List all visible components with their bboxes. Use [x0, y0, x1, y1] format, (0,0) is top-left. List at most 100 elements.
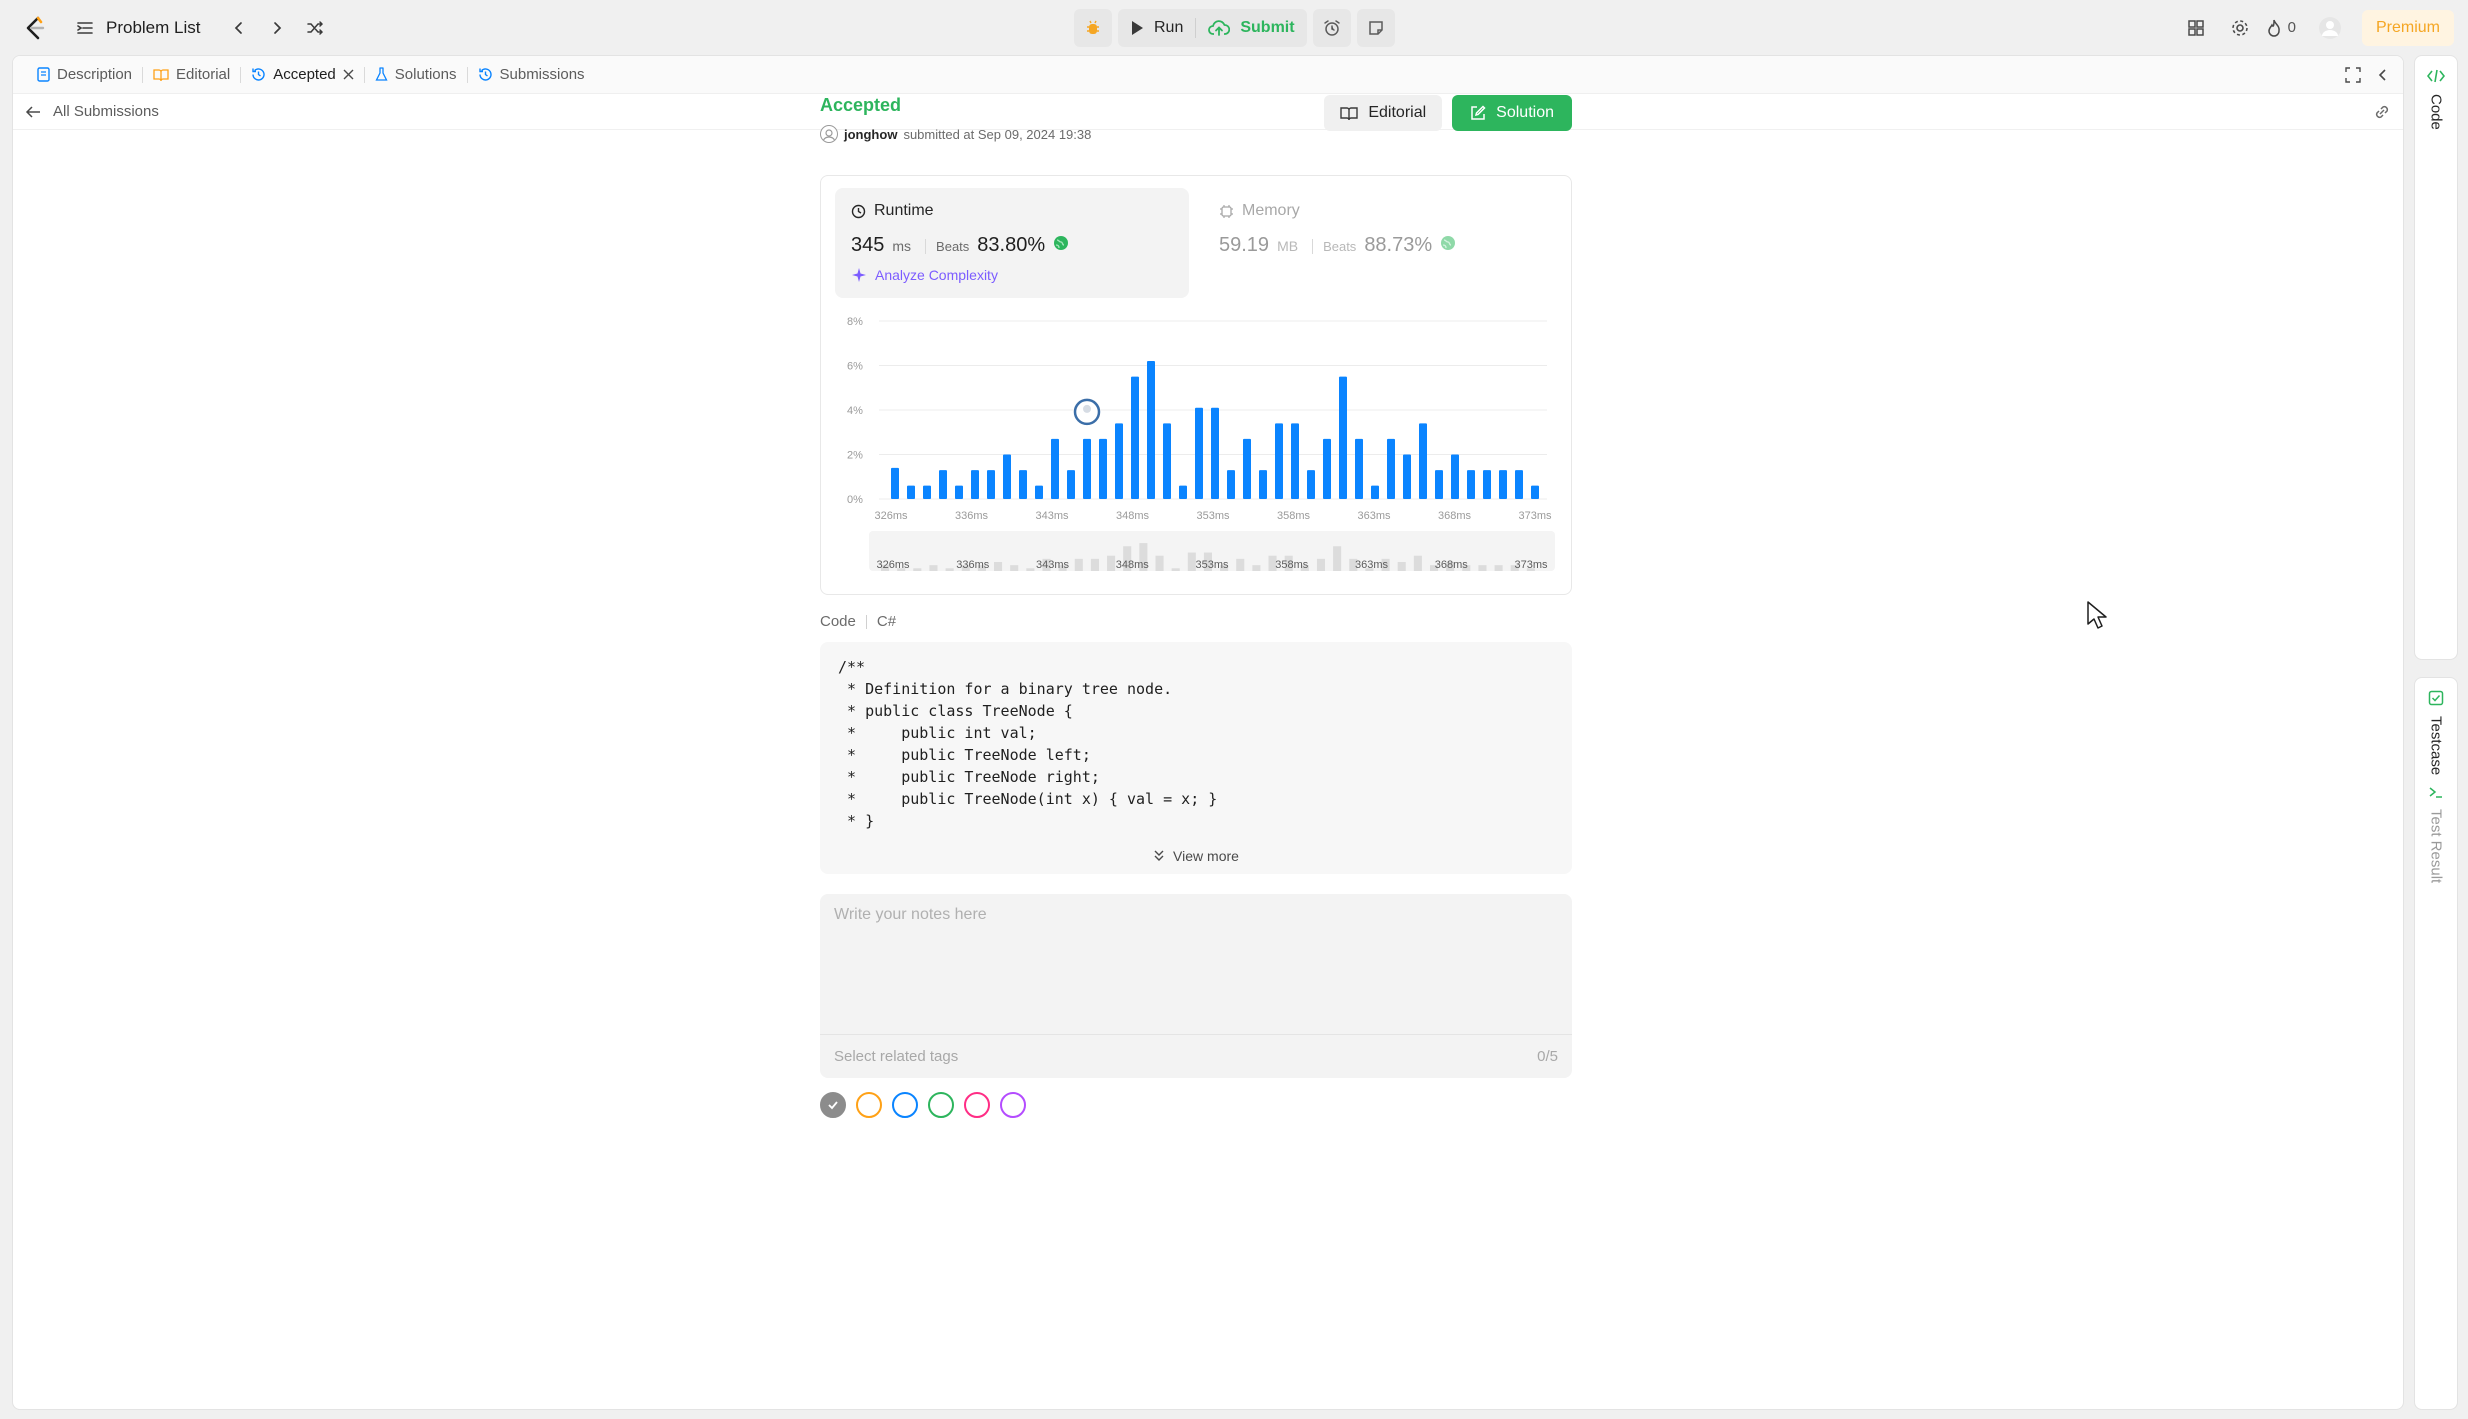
- chart-overview-bar: [1252, 565, 1261, 571]
- testcase-label[interactable]: Testcase: [2428, 716, 2445, 775]
- back-label: All Submissions: [53, 103, 159, 120]
- tab-submissions[interactable]: Submissions: [468, 56, 595, 94]
- share-link-icon[interactable]: [2373, 103, 2391, 121]
- divider: [865, 614, 867, 629]
- chart-bar: [1227, 470, 1235, 499]
- tab-solutions[interactable]: Solutions: [365, 56, 467, 94]
- book-icon: [153, 68, 169, 81]
- chart-y-tick: 8%: [847, 316, 863, 328]
- problem-list-button[interactable]: Problem List: [76, 18, 200, 38]
- chart-y-tick: 4%: [847, 405, 863, 417]
- prev-problem-button[interactable]: [224, 13, 254, 43]
- list-icon: [77, 21, 93, 34]
- note-color-option[interactable]: [856, 1092, 882, 1118]
- tab-description[interactable]: Description: [27, 56, 142, 94]
- leetcode-logo-icon[interactable]: [22, 15, 48, 41]
- testcase-panel-collapsed[interactable]: Testcase Test Result: [2414, 677, 2458, 1410]
- note-color-option[interactable]: [1000, 1092, 1026, 1118]
- solution-button[interactable]: Solution: [1452, 95, 1572, 131]
- note-color-option[interactable]: [928, 1092, 954, 1118]
- code-line: * public TreeNode(int x) { val = x; }: [838, 790, 1218, 808]
- chart-overview-bar: [1236, 558, 1245, 571]
- premium-button[interactable]: Premium: [2361, 9, 2454, 46]
- note-color-option[interactable]: [964, 1092, 990, 1118]
- code-panel-label: Code: [2427, 94, 2445, 130]
- code-language: C#: [876, 613, 897, 630]
- username-link[interactable]: jonghow: [844, 127, 897, 142]
- runtime-panel[interactable]: Runtime 345 ms Beats 83.80% Analyze Comp…: [835, 188, 1189, 298]
- chevron-right-icon: [274, 21, 282, 34]
- notes-input[interactable]: [820, 894, 1572, 1034]
- clock-icon: [851, 204, 866, 218]
- streak-count: 0: [2287, 19, 2296, 36]
- settings-button[interactable]: [2218, 6, 2262, 50]
- tab-editorial[interactable]: Editorial: [143, 56, 240, 94]
- collapse-left-icon[interactable]: [2377, 68, 2389, 82]
- random-problem-button[interactable]: [300, 13, 330, 43]
- note-color-option[interactable]: [892, 1092, 918, 1118]
- chart-bar: [1243, 438, 1251, 499]
- chart-x-tick: 358ms: [1277, 510, 1311, 522]
- chart-overview-bar: [1171, 568, 1180, 571]
- timer-button[interactable]: [1312, 9, 1351, 47]
- profile-button[interactable]: [2308, 6, 2352, 50]
- runtime-title: Runtime: [874, 202, 934, 219]
- runtime-distribution-chart[interactable]: 0% 2% 4% 6% 8% 326ms 336ms 343ms 348ms 353ms 358ms…: [821, 306, 1573, 591]
- runtime-value: 345: [851, 234, 885, 256]
- code-block[interactable]: /** * Definition for a binary tree node.…: [820, 642, 1572, 874]
- chart-overview-bar: [1333, 546, 1342, 571]
- streak-counter[interactable]: 0: [2266, 19, 2296, 37]
- analyze-complexity-button[interactable]: Analyze Complexity: [851, 267, 1173, 283]
- tab-label: Solutions: [394, 66, 457, 83]
- performance-card: Runtime 345 ms Beats 83.80% Analyze Comp…: [820, 175, 1572, 595]
- test-result-label[interactable]: Test Result: [2428, 809, 2445, 883]
- next-problem-button[interactable]: [262, 13, 292, 43]
- chart-bar: [1083, 438, 1091, 499]
- memory-panel[interactable]: Memory 59.19 MB Beats 88.73%: [1203, 188, 1557, 298]
- layout-button[interactable]: [2174, 6, 2218, 50]
- close-icon[interactable]: [343, 69, 354, 80]
- chart-bar: [1003, 454, 1011, 499]
- edit-icon: [1471, 105, 1486, 120]
- chart-bar: [923, 485, 931, 499]
- code-line: /**: [838, 658, 866, 676]
- chart-bar: [1163, 423, 1171, 499]
- note-color-picker: [820, 1092, 1572, 1118]
- submit-button[interactable]: Submit: [1196, 9, 1306, 47]
- runtime-unit: ms: [892, 238, 912, 254]
- chart-bar: [1131, 376, 1139, 499]
- submit-label: Submit: [1240, 19, 1295, 36]
- tab-accepted[interactable]: Accepted: [241, 56, 364, 94]
- chart-bar: [907, 485, 915, 499]
- debugger-button[interactable]: [1074, 9, 1112, 47]
- terminal-icon: [2429, 787, 2442, 798]
- view-more-button[interactable]: View more: [820, 848, 1572, 864]
- editorial-button[interactable]: Editorial: [1324, 95, 1443, 131]
- code-line: * }: [838, 812, 875, 830]
- run-button[interactable]: Run: [1118, 9, 1195, 47]
- chart-overview-bar: [1413, 555, 1422, 571]
- maximize-icon[interactable]: [2345, 67, 2361, 83]
- notes-button[interactable]: [1356, 9, 1395, 47]
- code-line: * Definition for a binary tree node.: [838, 680, 1173, 698]
- alarm-clock-icon: [1323, 20, 1340, 36]
- analyze-label: Analyze Complexity: [875, 267, 998, 283]
- chart-overview-bar: [1074, 558, 1083, 571]
- tab-bar: Description Editorial Accepted Solutions…: [13, 56, 2403, 94]
- user-icon: [822, 129, 836, 142]
- chart-overview-tick: 353ms: [1195, 559, 1229, 571]
- chart-bar: [1515, 470, 1523, 499]
- tags-row[interactable]: Select related tags 0/5: [820, 1034, 1572, 1078]
- avatar[interactable]: [820, 125, 838, 143]
- chart-bar: [891, 467, 899, 499]
- code-line: * public TreeNode right;: [838, 768, 1100, 786]
- submission-header: Accepted jonghow submitted at Sep 09, 20…: [820, 95, 1572, 157]
- mouse-cursor-icon: [2087, 601, 2107, 629]
- chart-overview-bar: [929, 565, 938, 571]
- fire-icon: [2267, 19, 2280, 37]
- chart-bar: [1291, 423, 1299, 499]
- chart-user-marker-head: [1083, 404, 1091, 413]
- code-panel-collapsed[interactable]: Code: [2414, 55, 2458, 660]
- note-color-gray-selected[interactable]: [820, 1092, 846, 1118]
- chart-overview-tick: 343ms: [1036, 559, 1070, 571]
